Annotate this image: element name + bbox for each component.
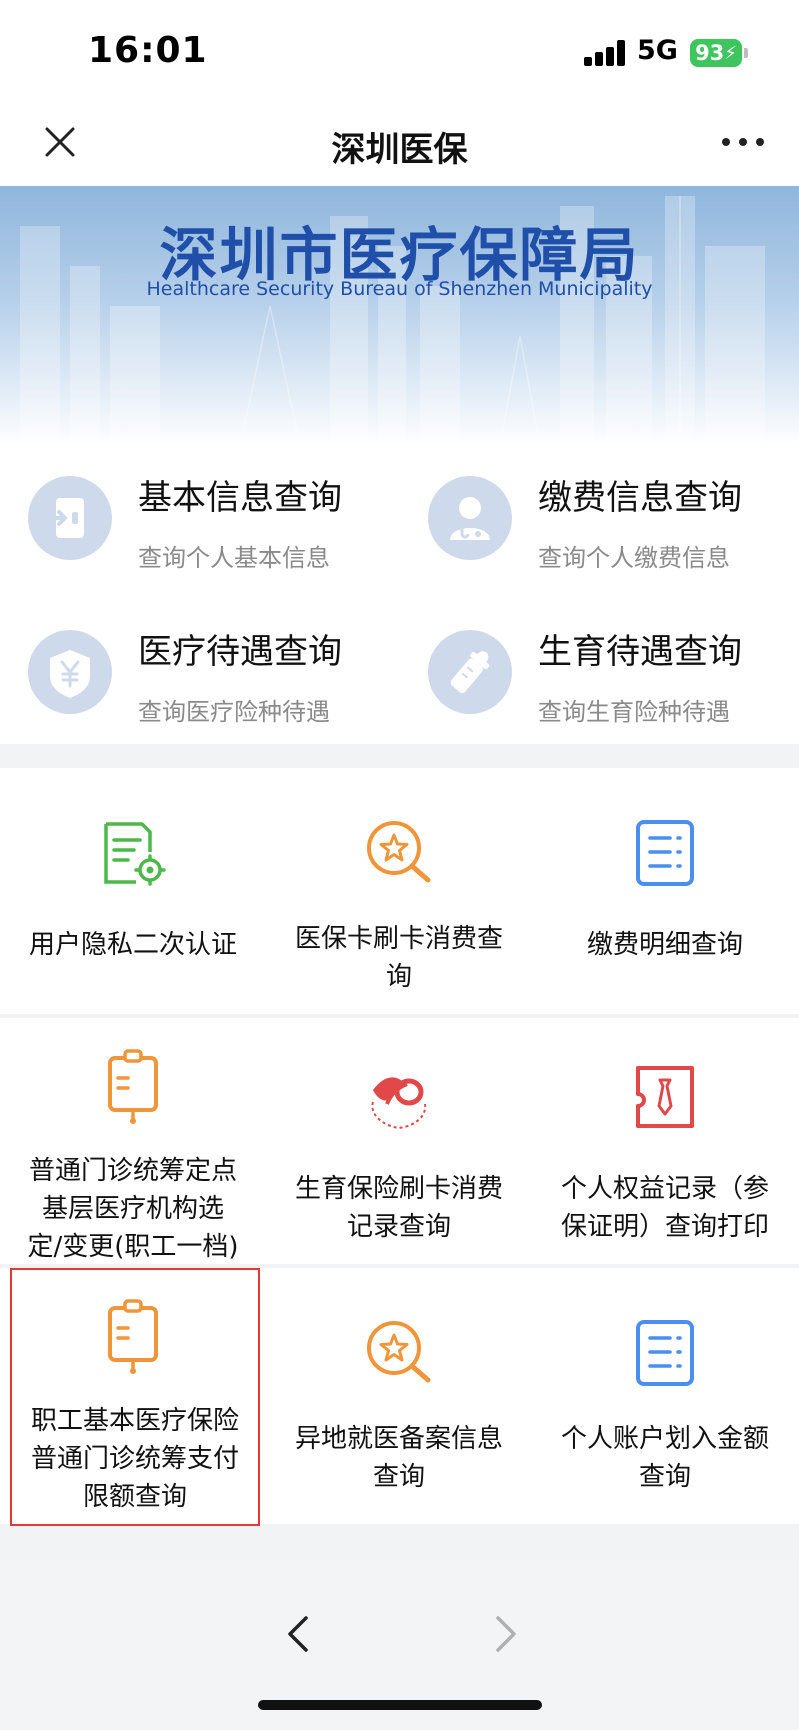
service-label: 个人权益记录（参 保证明）查询打印 <box>542 1170 788 1246</box>
service-row: 普通门诊统筹定点 基层医疗机构选 定/变更(职工一档) 生育保险刷卡消费 记录查询 个… <box>0 1018 799 1264</box>
service-label-line: 询 <box>385 962 412 992</box>
navigation-bar: 深圳医保 <box>0 100 799 186</box>
service-label: 生育保险刷卡消费 记录查询 <box>276 1170 522 1246</box>
service-label-line: 查询 <box>638 1462 691 1492</box>
battery-tip <box>744 48 748 58</box>
star-search-icon <box>367 821 431 883</box>
service-label-line: 定/变更(职工一档) <box>27 1232 239 1262</box>
clipboard-icon <box>108 1299 158 1374</box>
star-search-icon <box>367 1321 431 1383</box>
baby-bottle-icon <box>428 630 512 714</box>
service-label-line: 记录查询 <box>346 1212 451 1242</box>
quick-item-payment-info[interactable]: 缴费信息查询 查询个人缴费信息 <box>400 446 780 572</box>
service-grid: 用户隐私二次认证 医保卡刷卡消费查询 缴费明细查询 普通门诊统筹定点 基层医疗机… <box>0 768 799 1560</box>
quick-item-subtitle: 查询个人基本信息 <box>138 544 330 572</box>
service-maternity-card-records[interactable]: 生育保险刷卡消费 记录查询 <box>266 1018 532 1264</box>
service-outpatient-limit-query[interactable]: 职工基本医疗保险 普通门诊统筹支付 限额查询 <box>10 1268 260 1526</box>
network-type: 5G <box>637 35 678 66</box>
banner-subtitle: Healthcare Security Bureau of Shenzhen M… <box>146 278 653 300</box>
service-label-line: 基层医疗机构选 <box>41 1194 224 1224</box>
service-row: 用户隐私二次认证 医保卡刷卡消费查询 缴费明细查询 <box>0 768 799 1014</box>
maternity-logo-icon <box>371 1077 427 1130</box>
service-label: 用户隐私二次认证 <box>10 926 256 964</box>
quick-item-maternity-benefits[interactable]: 生育待遇查询 查询生育险种待遇 <box>400 600 780 726</box>
id-card-icon <box>28 476 112 560</box>
quick-item-basic-info[interactable]: 基本信息查询 查询个人基本信息 <box>0 446 380 572</box>
service-label: 职工基本医疗保险 普通门诊统筹支付 限额查询 <box>20 1402 250 1516</box>
quick-item-medical-benefits[interactable]: 医疗待遇查询 查询医疗险种待遇 <box>0 600 380 726</box>
service-card-spending-query[interactable]: 医保卡刷卡消费查询 <box>266 768 532 1014</box>
service-label-line: 用户隐私二次认证 <box>28 930 237 960</box>
service-label-line: 查询 <box>372 1462 425 1492</box>
battery-level: 93 <box>695 41 725 65</box>
quick-item-subtitle: 查询医疗险种待遇 <box>138 698 330 726</box>
service-label: 缴费明细查询 <box>542 926 788 964</box>
service-label-line: 医保卡刷卡消费查 <box>294 924 503 954</box>
service-label-line: 个人权益记录（参 <box>560 1174 769 1204</box>
service-personal-account-amount[interactable]: 个人账户划入金额 查询 <box>532 1268 798 1514</box>
page-title: 深圳医保 <box>331 130 468 170</box>
quick-item-title: 生育待遇查询 <box>538 632 742 672</box>
battery-icon: 93 ⚡ <box>690 39 742 67</box>
list-document-icon <box>636 820 694 886</box>
quick-item-subtitle: 查询个人缴费信息 <box>538 544 730 572</box>
service-label-line: 缴费明细查询 <box>586 930 743 960</box>
service-label-line: 职工基本医疗保险 <box>30 1406 239 1436</box>
service-label-line: 普通门诊统筹支付 <box>30 1444 239 1474</box>
status-bar: 16:01 5G 93 ⚡ <box>0 0 799 100</box>
service-label: 普通门诊统筹定点 基层医疗机构选 定/变更(职工一档) <box>10 1152 256 1266</box>
service-label-line: 生育保险刷卡消费 <box>294 1174 503 1204</box>
list-document-icon <box>636 1320 694 1386</box>
more-icon[interactable] <box>718 122 768 162</box>
certificate-icon <box>636 1066 694 1128</box>
doctor-icon <box>428 476 512 560</box>
service-remote-medical-filing[interactable]: 异地就医备案信息 查询 <box>266 1268 532 1514</box>
chevron-right-icon[interactable] <box>488 1610 524 1658</box>
quick-item-title: 医疗待遇查询 <box>138 632 342 672</box>
service-label-line: 普通门诊统筹定点 <box>28 1156 237 1186</box>
section-divider <box>0 744 799 768</box>
service-row: 职工基本医疗保险 普通门诊统筹支付 限额查询 异地就医备案信息 查询 个人账户划… <box>0 1268 799 1526</box>
quick-item-title: 基本信息查询 <box>138 478 342 518</box>
service-payment-details[interactable]: 缴费明细查询 <box>532 768 798 1014</box>
service-label-line: 限额查询 <box>82 1482 187 1512</box>
home-indicator[interactable] <box>258 1700 542 1710</box>
quick-item-subtitle: 查询生育险种待遇 <box>538 698 730 726</box>
service-clinic-selection[interactable]: 普通门诊统筹定点 基层医疗机构选 定/变更(职工一档) <box>0 1018 266 1264</box>
service-label-line: 保证明）查询打印 <box>560 1212 769 1242</box>
service-label: 个人账户划入金额 查询 <box>542 1420 788 1496</box>
service-privacy-auth[interactable]: 用户隐私二次认证 <box>0 768 266 1014</box>
service-label-line: 个人账户划入金额 <box>560 1424 769 1454</box>
banner: 深圳市医疗保障局 Healthcare Security Bureau of S… <box>0 186 799 446</box>
service-label: 医保卡刷卡消费查询 <box>276 920 522 996</box>
service-label: 异地就医备案信息 查询 <box>276 1420 522 1496</box>
chevron-left-icon[interactable] <box>280 1610 316 1658</box>
bottom-navigation <box>0 1560 799 1730</box>
service-insurance-certificate[interactable]: 个人权益记录（参 保证明）查询打印 <box>532 1018 798 1264</box>
quick-query-grid: 基本信息查询 查询个人基本信息 缴费信息查询 查询个人缴费信息 医疗待遇查询 查… <box>0 446 799 744</box>
clipboard-icon <box>108 1049 158 1124</box>
status-time: 16:01 <box>88 30 208 71</box>
yuan-shield-icon <box>28 630 112 714</box>
app-window: 16:01 5G 93 ⚡ 深圳医保 深圳市医疗保障局 Healthcare S… <box>0 0 799 1730</box>
document-gear-icon <box>104 822 166 886</box>
signal-icon <box>584 40 626 66</box>
service-label-line: 异地就医备案信息 <box>294 1424 503 1454</box>
quick-item-title: 缴费信息查询 <box>538 478 742 518</box>
